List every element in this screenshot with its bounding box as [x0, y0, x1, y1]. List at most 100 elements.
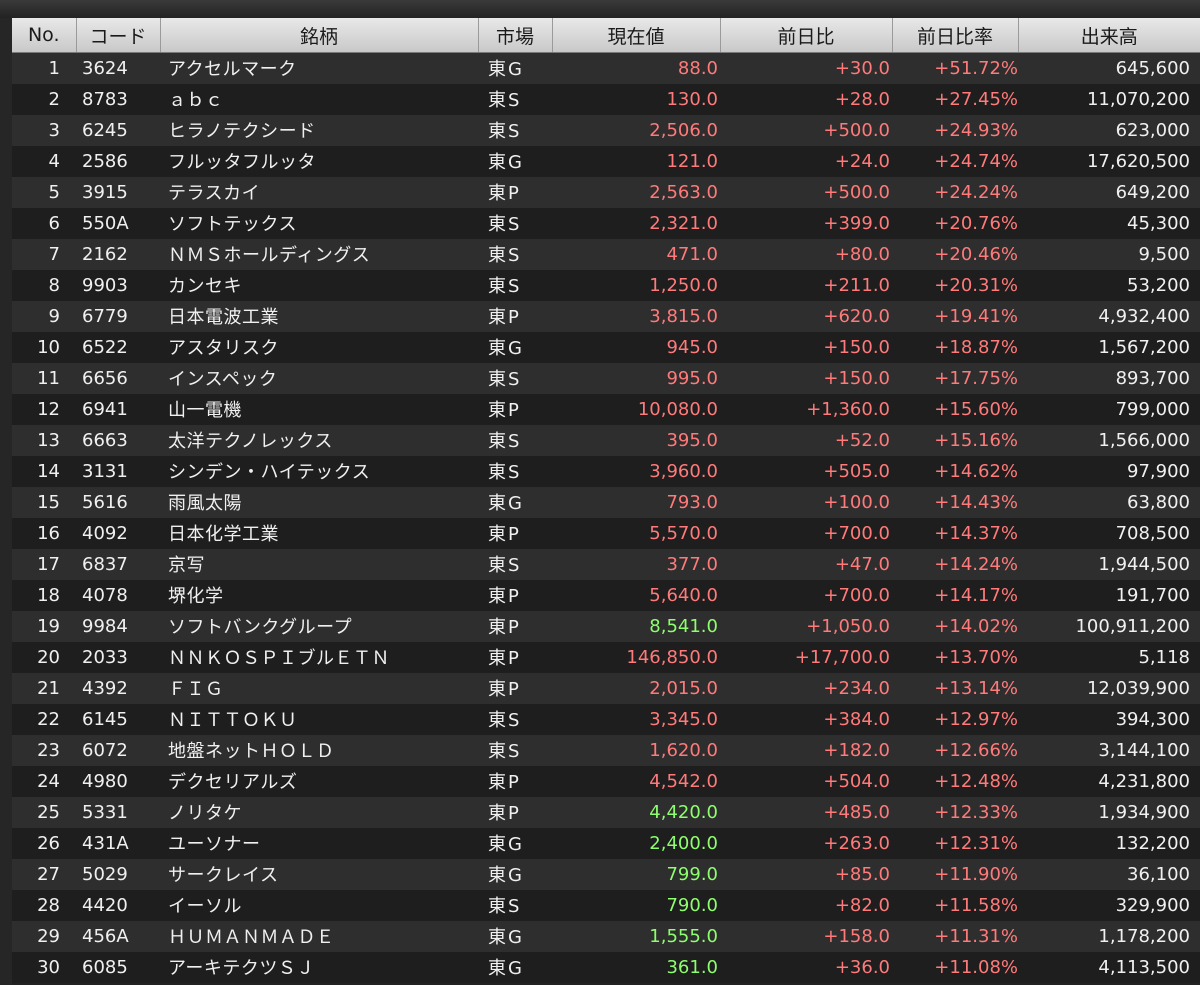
- row-number-cell: 7: [48, 243, 60, 265]
- price-change-cell: +500.0: [823, 119, 890, 141]
- table-row[interactable]: 15 5616 雨風太陽 東G 793.0 +100.0 +14.43% 63,800: [12, 486, 1200, 518]
- current-price-cell: 5,570.0: [649, 522, 718, 544]
- stock-code-cell: 456A: [82, 925, 129, 947]
- table-row[interactable]: 14 3131 シンデン・ハイテックス 東S 3,960.0 +505.0 +14.62% 9…: [12, 455, 1200, 487]
- change-percent-cell: +27.45%: [934, 88, 1018, 110]
- table-row[interactable]: 10 6522 アスタリスク 東G 945.0 +150.0 +18.87% 1,567,20…: [12, 331, 1200, 363]
- table-row[interactable]: 25 5331 ノリタケ 東P 4,420.0 +485.0 +12.33% 1,934,90…: [12, 796, 1200, 828]
- table-row[interactable]: 26 431A ユーソナー 東G 2,400.0 +263.0 +12.31% 132,200: [12, 827, 1200, 859]
- change-percent-cell: +20.31%: [934, 274, 1018, 296]
- ranking-table-container[interactable]: No. コード 銘柄 市場 現在値 前日比 前日比率 出来高 1 3624 アクセル…: [12, 18, 1200, 985]
- market-cell: 東P: [488, 307, 521, 328]
- stock-code-cell: 6072: [82, 739, 128, 761]
- change-percent-cell: +12.48%: [934, 770, 1018, 792]
- table-row[interactable]: 21 4392 ＦＩＧ 東P 2,015.0 +234.0 +13.14% 12,039,90…: [12, 672, 1200, 704]
- table-row[interactable]: 24 4980 デクセリアルズ 東P 4,542.0 +504.0 +12.48% 4,231…: [12, 765, 1200, 797]
- table-row[interactable]: 1 3624 アクセルマーク 東G 88.0 +30.0 +51.72% 645,600: [12, 52, 1200, 84]
- change-percent-cell: +11.90%: [934, 863, 1018, 885]
- current-price-cell: 121.0: [666, 150, 718, 172]
- column-header-market[interactable]: 市場: [478, 18, 553, 53]
- price-change-cell: +100.0: [823, 491, 890, 513]
- market-cell: 東G: [488, 834, 524, 855]
- table-row[interactable]: 5 3915 テラスカイ 東P 2,563.0 +500.0 +24.24% 649,200: [12, 176, 1200, 208]
- table-row[interactable]: 7 2162 ＮＭＳホールディングス 東S 471.0 +80.0 +20.46% 9,500: [12, 238, 1200, 270]
- volume-cell: 623,000: [1115, 119, 1190, 141]
- current-price-cell: 88.0: [677, 57, 718, 79]
- stock-name-cell: ソフトバンクグループ: [168, 617, 353, 638]
- row-number-cell: 3: [48, 119, 60, 141]
- change-percent-cell: +14.17%: [934, 584, 1018, 606]
- row-number-cell: 22: [37, 708, 60, 730]
- current-price-cell: 361.0: [666, 956, 718, 978]
- price-change-cell: +80.0: [834, 243, 890, 265]
- table-row[interactable]: 28 4420 イーソル 東S 790.0 +82.0 +11.58% 329,900: [12, 889, 1200, 921]
- price-change-cell: +82.0: [834, 894, 890, 916]
- stock-name-cell: 京写: [168, 555, 205, 576]
- stock-name-cell: デクセリアルズ: [168, 772, 298, 793]
- volume-cell: 1,178,200: [1098, 925, 1190, 947]
- volume-cell: 45,300: [1127, 212, 1190, 234]
- volume-cell: 799,000: [1115, 398, 1190, 420]
- volume-cell: 1,566,000: [1098, 429, 1190, 451]
- table-row[interactable]: 11 6656 インスペック 東S 995.0 +150.0 +17.75% 893,700: [12, 362, 1200, 394]
- market-cell: 東S: [488, 245, 522, 266]
- stock-name-cell: ＮＮＫＯＳＰＩブルＥＴＮ: [168, 648, 390, 669]
- current-price-cell: 995.0: [666, 367, 718, 389]
- stock-code-cell: 8783: [82, 88, 128, 110]
- column-header-name[interactable]: 銘柄: [160, 18, 479, 53]
- stock-code-cell: 3915: [82, 181, 128, 203]
- table-row[interactable]: 20 2033 ＮＮＫＯＳＰＩブルＥＴＮ 東P 146,850.0 +17,700.0 +1…: [12, 641, 1200, 673]
- market-cell: 東G: [488, 865, 524, 886]
- table-row[interactable]: 6 550A ソフトテックス 東S 2,321.0 +399.0 +20.76% 45,300: [12, 207, 1200, 239]
- table-row[interactable]: 23 6072 地盤ネットＨＯＬＤ 東S 1,620.0 +182.0 +12.66% 3,1…: [12, 734, 1200, 766]
- row-number-cell: 19: [37, 615, 60, 637]
- column-header-change[interactable]: 前日比: [720, 18, 893, 53]
- column-header-change-pct[interactable]: 前日比率: [892, 18, 1019, 53]
- volume-cell: 645,600: [1115, 57, 1190, 79]
- change-percent-cell: +24.24%: [934, 181, 1018, 203]
- price-change-cell: +263.0: [823, 832, 890, 854]
- table-row[interactable]: 29 456A ＨＵＭＡＮＭＡＤＥ 東G 1,555.0 +158.0 +11.31% 1,1…: [12, 920, 1200, 952]
- volume-cell: 97,900: [1127, 460, 1190, 482]
- table-row[interactable]: 12 6941 山一電機 東P 10,080.0 +1,360.0 +15.60% 799,0…: [12, 393, 1200, 425]
- stock-code-cell: 3131: [82, 460, 128, 482]
- table-row[interactable]: 16 4092 日本化学工業 東P 5,570.0 +700.0 +14.37% 708,50…: [12, 517, 1200, 549]
- stock-name-cell: 雨風太陽: [168, 493, 242, 514]
- current-price-cell: 146,850.0: [626, 646, 718, 668]
- table-row[interactable]: 19 9984 ソフトバンクグループ 東P 8,541.0 +1,050.0 +14.02%…: [12, 610, 1200, 642]
- stock-name-cell: カンセキ: [168, 276, 242, 297]
- stock-code-cell: 2033: [82, 646, 128, 668]
- column-header-code[interactable]: コード: [76, 18, 161, 53]
- table-row[interactable]: 13 6663 太洋テクノレックス 東S 395.0 +52.0 +15.16% 1,566,…: [12, 424, 1200, 456]
- price-change-cell: +30.0: [834, 57, 890, 79]
- table-row[interactable]: 8 9903 カンセキ 東S 1,250.0 +211.0 +20.31% 53,200: [12, 269, 1200, 301]
- row-number-cell: 1: [48, 57, 60, 79]
- table-row[interactable]: 4 2586 フルッタフルッタ 東G 121.0 +24.0 +24.74% 17,620,5…: [12, 145, 1200, 177]
- table-row[interactable]: 27 5029 サークレイス 東G 799.0 +85.0 +11.90% 36,100: [12, 858, 1200, 890]
- change-percent-cell: +14.02%: [934, 615, 1018, 637]
- current-price-cell: 130.0: [666, 88, 718, 110]
- column-header-no[interactable]: No.: [12, 18, 77, 53]
- table-row[interactable]: 30 6085 アーキテクツＳＪ 東G 361.0 +36.0 +11.08% 4,113,5…: [12, 951, 1200, 983]
- table-row[interactable]: 3 6245 ヒラノテクシード 東S 2,506.0 +500.0 +24.93% 623,0…: [12, 114, 1200, 146]
- table-row[interactable]: 17 6837 京写 東S 377.0 +47.0 +14.24% 1,944,500: [12, 548, 1200, 580]
- column-header-price[interactable]: 現在値: [552, 18, 721, 53]
- current-price-cell: 4,420.0: [649, 801, 718, 823]
- current-price-cell: 793.0: [666, 491, 718, 513]
- change-percent-cell: +12.31%: [934, 832, 1018, 854]
- table-row[interactable]: 2 8783 ａｂｃ 東S 130.0 +28.0 +27.45% 11,070,200: [12, 83, 1200, 115]
- table-row[interactable]: 9 6779 日本電波工業 東P 3,815.0 +620.0 +19.41% 4,932,4…: [12, 300, 1200, 332]
- window-left-edge: [0, 18, 12, 985]
- market-cell: 東G: [488, 59, 524, 81]
- table-row[interactable]: 22 6145 ＮＩＴＴＯＫＵ 東S 3,345.0 +384.0 +12.97% 394,3…: [12, 703, 1200, 735]
- price-change-cell: +47.0: [834, 553, 890, 575]
- price-change-cell: +399.0: [823, 212, 890, 234]
- price-change-cell: +504.0: [823, 770, 890, 792]
- stock-code-cell: 5331: [82, 801, 128, 823]
- column-header-volume[interactable]: 出来高: [1018, 18, 1200, 53]
- current-price-cell: 3,815.0: [649, 305, 718, 327]
- row-number-cell: 6: [48, 212, 60, 234]
- market-cell: 東S: [488, 741, 522, 762]
- market-cell: 東S: [488, 555, 522, 576]
- table-row[interactable]: 18 4078 堺化学 東P 5,640.0 +700.0 +14.17% 191,700: [12, 579, 1200, 611]
